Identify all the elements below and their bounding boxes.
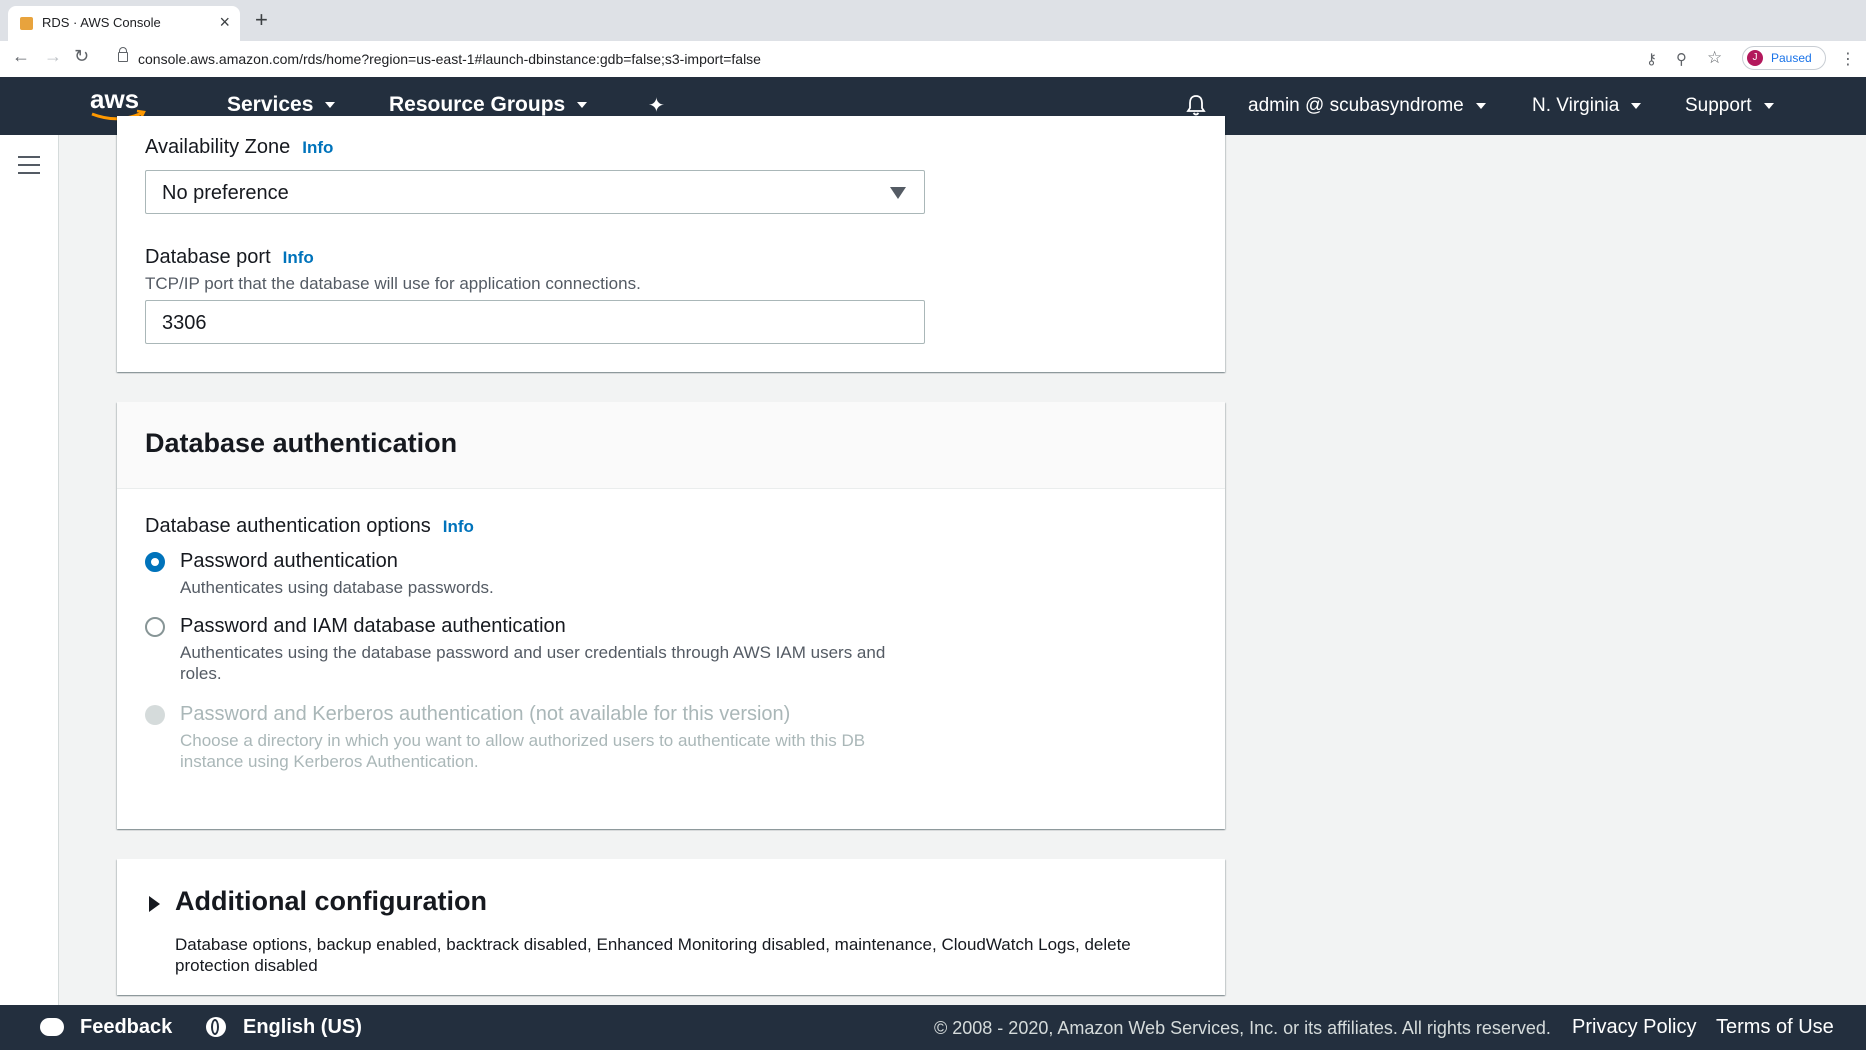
side-navigation-rail: [0, 135, 59, 1005]
privacy-policy-link[interactable]: Privacy Policy: [1572, 1016, 1696, 1039]
database-authentication-panel: Database authentication Database authent…: [117, 402, 1225, 829]
close-tab-icon[interactable]: ×: [219, 12, 230, 33]
info-link[interactable]: Info: [302, 138, 333, 157]
url-text: console.aws.amazon.com/rds/home?region=u…: [138, 51, 761, 67]
browser-menu-icon[interactable]: ⋮: [1840, 49, 1856, 69]
bookmark-star-icon[interactable]: ☆: [1707, 48, 1722, 68]
database-port-label: Database port Info: [145, 246, 314, 268]
password-auth-title[interactable]: Password authentication: [180, 550, 398, 573]
panel-title: Database authentication: [145, 428, 458, 458]
browser-tab[interactable]: RDS · AWS Console ×: [8, 6, 240, 41]
password-iam-auth-description: Authenticates using the database passwor…: [180, 643, 886, 683]
chevron-down-icon: [325, 102, 336, 109]
hamburger-menu-icon[interactable]: [18, 156, 40, 180]
avatar: J: [1747, 50, 1763, 66]
url-field[interactable]: console.aws.amazon.com/rds/home?region=u…: [108, 47, 1738, 71]
database-port-value: 3306: [162, 312, 207, 334]
profile-status: Paused: [1771, 51, 1812, 65]
additional-configuration-description: Database options, backup enabled, backtr…: [175, 935, 1131, 975]
availability-zone-label: Availability Zone Info: [145, 136, 334, 158]
console-footer: Feedback English (US) © 2008 - 2020, Ama…: [0, 1005, 1866, 1050]
chevron-down-icon: [1475, 102, 1486, 109]
address-bar-row: ← → ↻ console.aws.amazon.com/rds/home?re…: [0, 41, 1866, 78]
zoom-icon[interactable]: ⚲: [1676, 50, 1687, 68]
services-menu[interactable]: Services: [227, 93, 336, 117]
aws-favicon-icon: [20, 17, 33, 30]
forward-arrow-icon[interactable]: →: [44, 46, 62, 67]
additional-configuration-title[interactable]: Additional configuration: [175, 886, 487, 917]
info-link[interactable]: Info: [443, 517, 474, 536]
panel-header: Database authentication: [117, 402, 1225, 489]
terms-of-use-link[interactable]: Terms of Use: [1716, 1016, 1834, 1039]
bell-icon[interactable]: [1186, 94, 1206, 116]
copyright-text: © 2008 - 2020, Amazon Web Services, Inc.…: [934, 1018, 1551, 1038]
dropdown-arrow-icon: [890, 187, 906, 199]
password-iam-auth-title[interactable]: Password and IAM database authentication: [180, 615, 566, 638]
profile-button[interactable]: J Paused: [1742, 46, 1826, 70]
language-selector[interactable]: English (US): [243, 1016, 362, 1039]
support-menu[interactable]: Support: [1685, 95, 1774, 117]
availability-zone-select[interactable]: No preference: [145, 170, 925, 214]
chevron-down-icon: [577, 102, 588, 109]
svg-text:aws: aws: [90, 84, 139, 114]
back-arrow-icon[interactable]: ←: [12, 46, 30, 67]
reload-icon[interactable]: ↻: [74, 46, 89, 67]
chevron-down-icon: [1763, 102, 1774, 109]
new-tab-icon[interactable]: +: [255, 7, 268, 33]
lock-icon: [118, 47, 128, 62]
resource-groups-menu[interactable]: Resource Groups: [389, 93, 588, 117]
chevron-down-icon: [1631, 102, 1642, 109]
pin-icon[interactable]: ✦: [648, 93, 665, 118]
tab-title: RDS · AWS Console: [42, 15, 161, 30]
browser-tab-bar: RDS · AWS Console × +: [0, 0, 1866, 41]
globe-icon: [206, 1017, 226, 1037]
region-menu[interactable]: N. Virginia: [1532, 95, 1642, 117]
auth-options-label: Database authentication options Info: [145, 515, 474, 537]
info-link[interactable]: Info: [283, 248, 314, 267]
password-auth-description: Authenticates using database passwords.: [180, 578, 494, 597]
password-kerberos-auth-radio: [145, 705, 165, 725]
expand-caret-icon[interactable]: [149, 896, 160, 912]
feedback-link[interactable]: Feedback: [80, 1016, 172, 1039]
database-port-input[interactable]: 3306: [145, 300, 925, 344]
password-iam-auth-radio[interactable]: [145, 617, 165, 637]
feedback-bubble-icon: [40, 1018, 64, 1036]
database-port-description: TCP/IP port that the database will use f…: [145, 274, 641, 293]
password-kerberos-auth-description: Choose a directory in which you want to …: [180, 731, 866, 771]
password-auth-radio[interactable]: [145, 552, 165, 572]
account-menu[interactable]: admin @ scubasyndrome: [1248, 95, 1486, 117]
availability-zone-value: No preference: [162, 182, 289, 204]
password-kerberos-auth-title: Password and Kerberos authentication (no…: [180, 703, 791, 725]
connectivity-panel: Availability Zone Info No preference Data…: [117, 116, 1225, 372]
key-icon[interactable]: ⚷: [1646, 50, 1657, 68]
additional-configuration-panel: Additional configuration Database option…: [117, 859, 1225, 995]
